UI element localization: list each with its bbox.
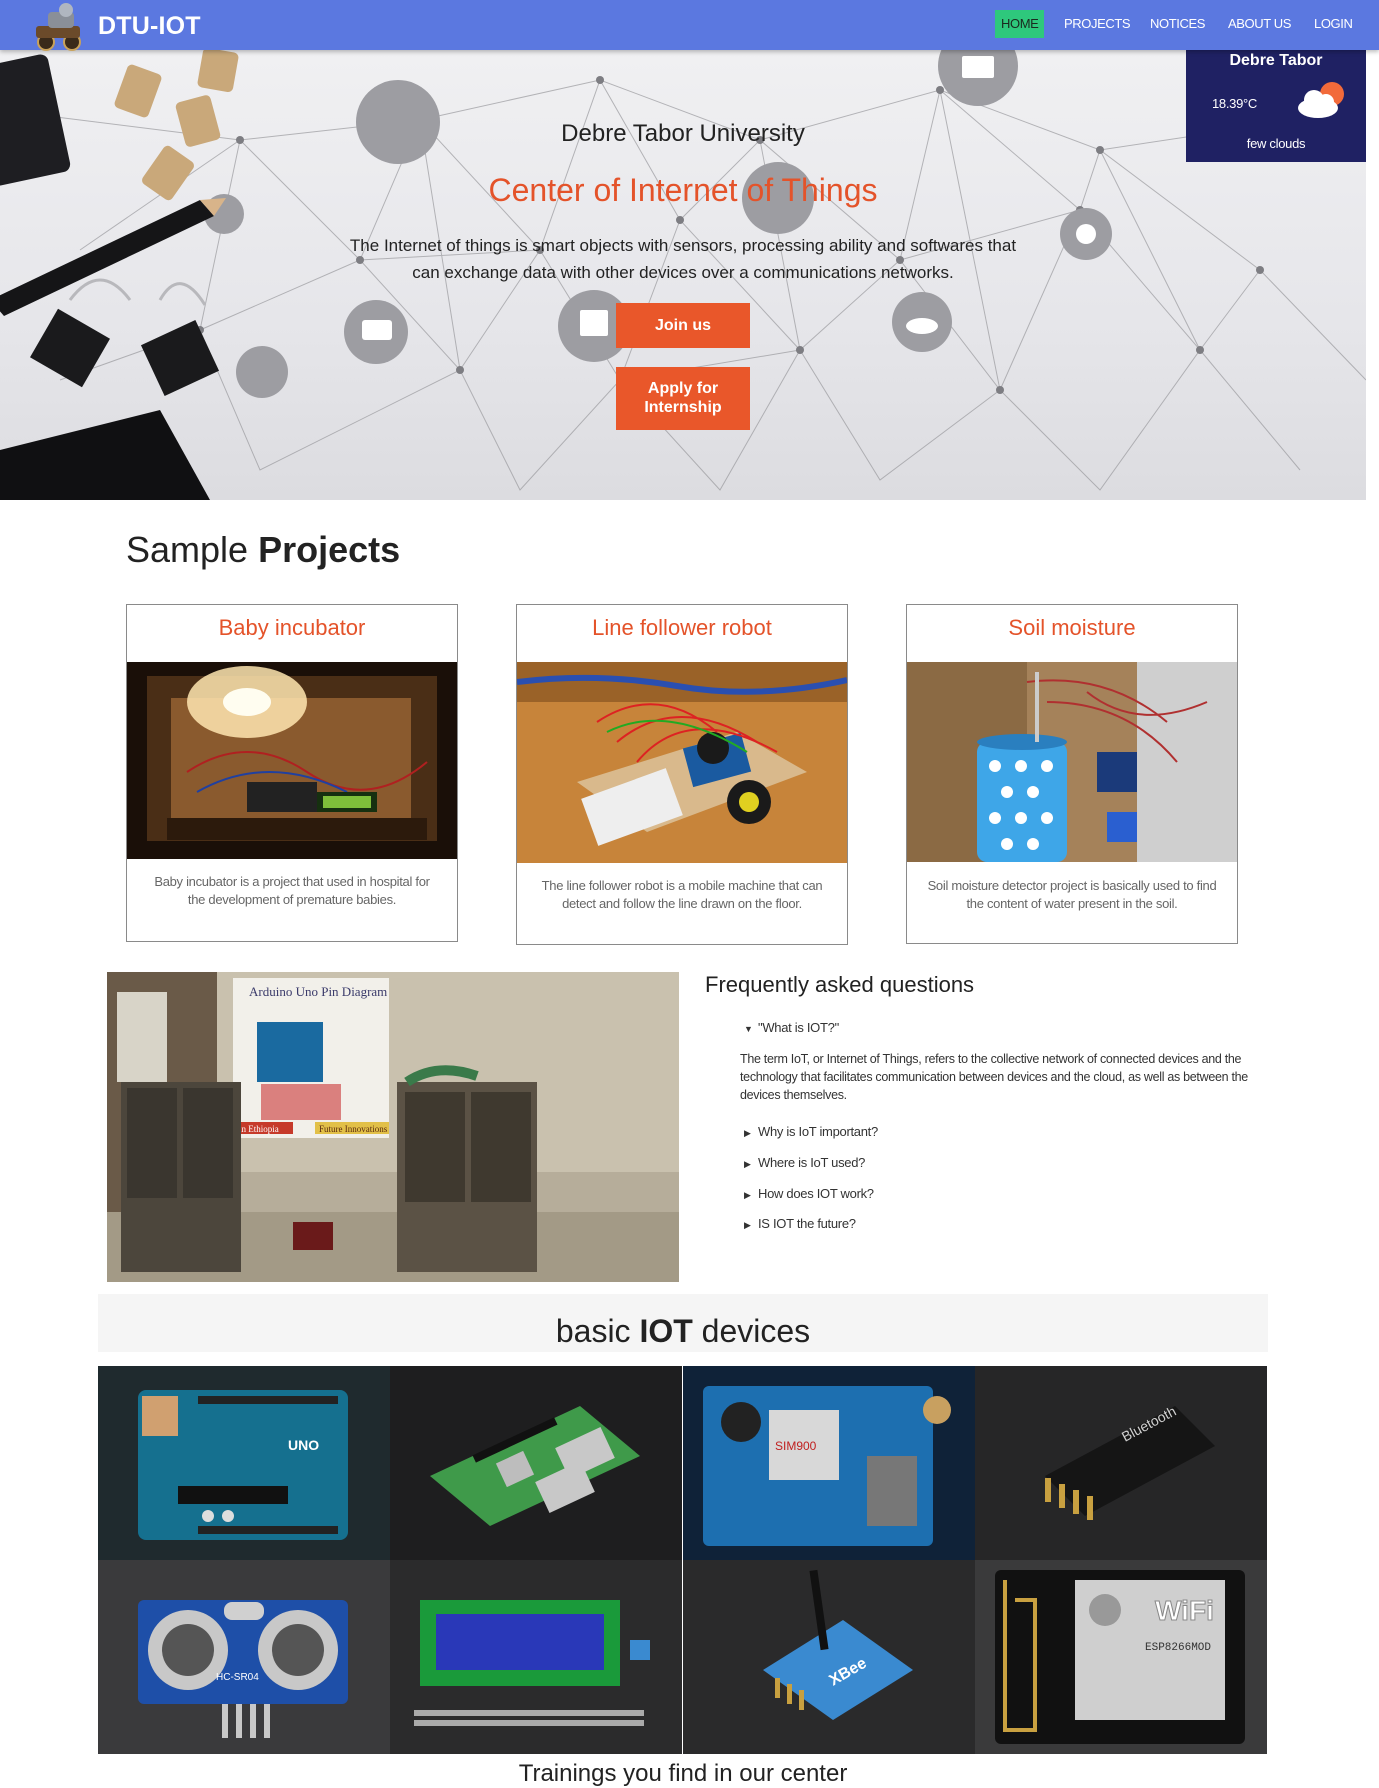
device-label: WiFi: [1155, 1595, 1214, 1626]
nav-about-us[interactable]: ABOUT US: [1222, 15, 1297, 33]
faq-question-text[interactable]: "What is IOT?": [758, 1020, 839, 1035]
project-card-soil-moisture[interactable]: Soil moisture Soil moisture detector pro…: [906, 604, 1238, 944]
sample-projects-title-light: Sample: [126, 529, 249, 570]
device-sublabel: ESP8266MOD: [1145, 1642, 1211, 1654]
project-card-line-follower[interactable]: Line follower robot The line follower ro…: [516, 604, 848, 945]
hero-center-title: Center of Internet of Things: [488, 172, 878, 208]
caret-right-icon: ▶: [744, 1220, 751, 1230]
lab-room-photo: Arduino Uno Pin Diagram in Ethiopia Futu…: [107, 972, 679, 1282]
bluetooth-module-image[interactable]: Bluetooth: [975, 1366, 1267, 1560]
nav-login[interactable]: LOGIN: [1308, 15, 1358, 33]
nav-projects[interactable]: PROJECTS: [1058, 15, 1136, 33]
faq-question-open[interactable]: ▼ "What is IOT?": [744, 1020, 839, 1035]
esp8266-module-image[interactable]: WiFi ESP8266MOD: [975, 1560, 1267, 1754]
weather-description: few clouds: [1246, 136, 1306, 151]
baby-incubator-photo: [127, 662, 457, 859]
faq-question-text[interactable]: Where is IoT used?: [758, 1155, 865, 1170]
faq-title: Frequently asked questions: [705, 972, 975, 997]
devices-title-light: basic: [555, 1313, 631, 1349]
devices-title-light-2: devices: [701, 1313, 811, 1349]
caret-right-icon: ▶: [744, 1128, 751, 1138]
faq-question-text[interactable]: How does IOT work?: [758, 1186, 874, 1201]
caret-right-icon: ▶: [744, 1159, 751, 1169]
project-card-text: The line follower robot is a mobile mach…: [541, 878, 823, 911]
device-label: SIM900: [775, 1439, 817, 1453]
top-navbar: DTU-IOT HOME PROJECTS NOTICES ABOUT US L…: [0, 0, 1379, 52]
apply-internship-button[interactable]: Apply for Internship: [616, 367, 750, 430]
faq-answer: The term IoT, or Internet of Things, ref…: [740, 1052, 1248, 1102]
hero-banner: Debre Tabor University Center of Interne…: [0, 50, 1366, 500]
weather-widget: Debre Tabor 18.39°C few clouds: [1186, 50, 1366, 162]
project-card-title[interactable]: Baby incubator: [127, 615, 457, 641]
brand-name[interactable]: DTU-IOT: [98, 12, 201, 41]
gsm-module-image[interactable]: SIM900: [683, 1366, 975, 1560]
ultrasonic-sensor-image[interactable]: HC-SR04: [98, 1560, 390, 1754]
lcd-display-image[interactable]: [390, 1560, 682, 1754]
caret-right-icon: ▶: [744, 1190, 751, 1200]
project-card-baby-incubator[interactable]: Baby incubator Baby incubator is a proje…: [126, 604, 458, 942]
project-card-text: Soil moisture detector project is basica…: [927, 878, 1217, 911]
join-us-button[interactable]: Join us: [616, 303, 750, 348]
trainings-title: Trainings you find in our center: [518, 1760, 848, 1787]
device-label: HC-SR04: [216, 1672, 259, 1683]
arduino-uno-image[interactable]: UNO: [98, 1366, 390, 1560]
faq-question[interactable]: ▶ Why is IoT important?: [744, 1124, 878, 1139]
project-card-text: Baby incubator is a project that used in…: [154, 874, 430, 907]
hero-description: The Internet of things is smart objects …: [349, 236, 1017, 282]
devices-title: basic IOT devices: [0, 1313, 1366, 1350]
faq-question-text[interactable]: Why is IoT important?: [758, 1124, 878, 1139]
raspberry-pi-image[interactable]: [390, 1366, 682, 1560]
line-follower-robot-photo: [517, 662, 847, 863]
sample-projects-title: Sample Projects: [126, 529, 400, 571]
poster-left-label: in Ethiopia: [239, 1124, 279, 1134]
cloud-sun-icon: [1298, 82, 1344, 118]
nav-home[interactable]: HOME: [995, 10, 1045, 38]
devices-title-bold: IOT: [639, 1313, 693, 1349]
weather-city: Debre Tabor: [1229, 52, 1323, 69]
xbee-module-image[interactable]: XBee: [683, 1560, 975, 1754]
soil-moisture-photo: [907, 662, 1237, 862]
project-card-title[interactable]: Line follower robot: [517, 615, 847, 641]
device-label: UNO: [288, 1437, 319, 1453]
sample-projects-title-bold: Projects: [258, 529, 401, 570]
faq-question[interactable]: ▶ IS IOT the future?: [744, 1216, 856, 1231]
faq-question[interactable]: ▶ How does IOT work?: [744, 1186, 874, 1201]
poster-title: Arduino Uno Pin Diagram: [249, 984, 387, 999]
faq-question[interactable]: ▶ Where is IoT used?: [744, 1155, 865, 1170]
weather-temperature: 18.39°C: [1212, 96, 1258, 111]
project-card-title[interactable]: Soil moisture: [907, 615, 1237, 641]
nav-notices[interactable]: NOTICES: [1144, 15, 1211, 33]
faq-question-text[interactable]: IS IOT the future?: [758, 1216, 856, 1231]
hero-university-title: Debre Tabor University: [561, 120, 805, 147]
poster-right-label: Future Innovations: [319, 1124, 388, 1134]
brand-logo-icon[interactable]: [26, 2, 88, 52]
caret-down-icon: ▼: [744, 1024, 753, 1034]
